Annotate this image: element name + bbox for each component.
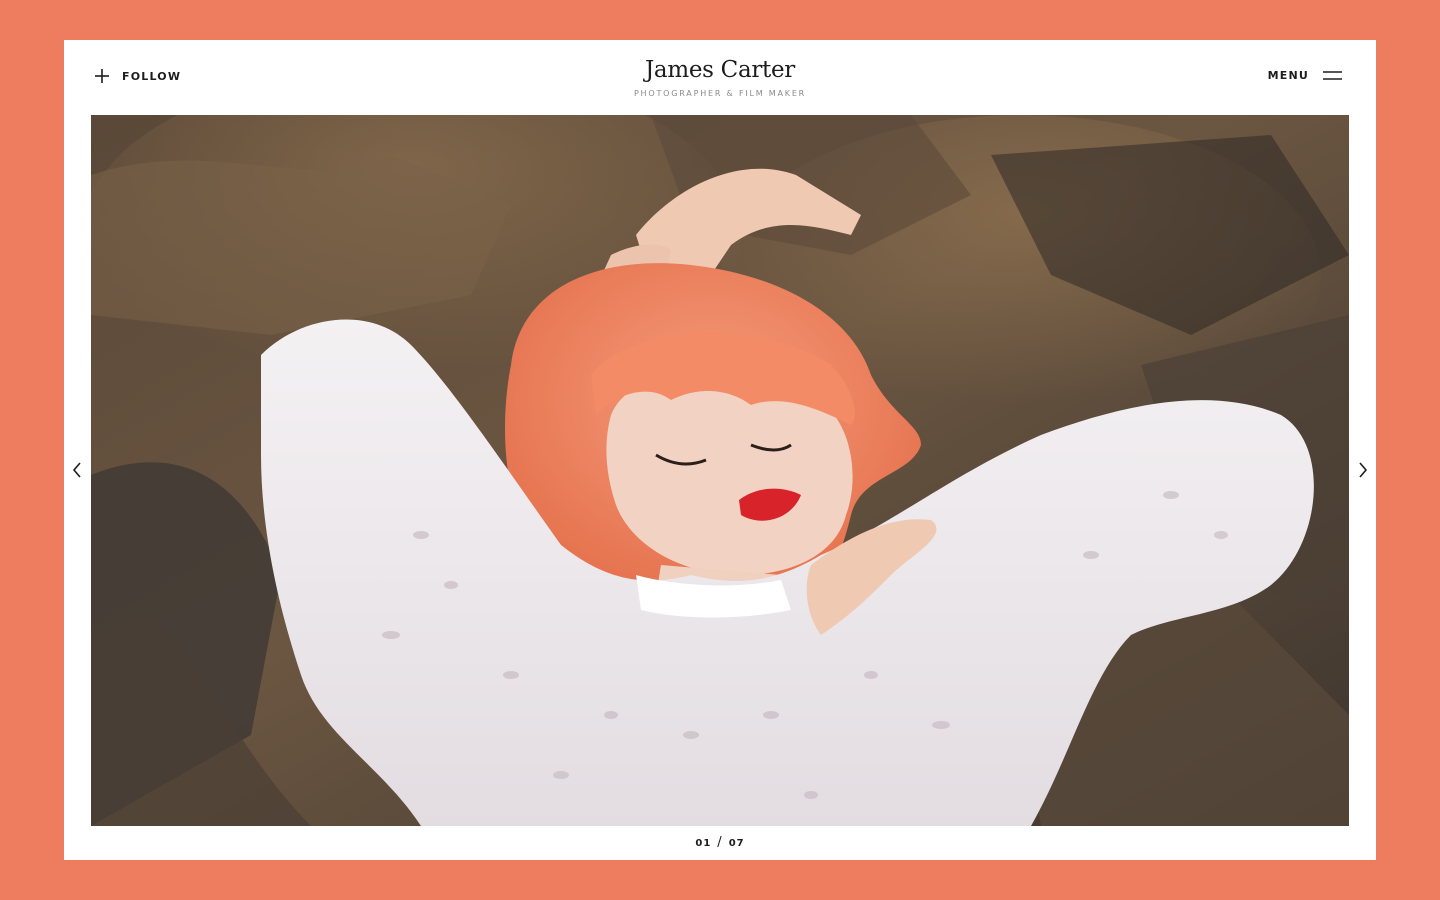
site-title[interactable]: James Carter bbox=[64, 54, 1376, 86]
site-subtitle: PHOTOGRAPHER & FILM MAKER bbox=[633, 89, 807, 98]
menu-label: MENU bbox=[1267, 69, 1309, 82]
slide-photo bbox=[91, 115, 1349, 826]
slide-counter: 01 / 07 bbox=[64, 835, 1376, 850]
hamburger-icon bbox=[1323, 71, 1342, 80]
chevron-right-icon[interactable] bbox=[1356, 460, 1370, 480]
slide-current: 01 bbox=[695, 838, 712, 849]
slide-separator: / bbox=[717, 835, 723, 850]
menu-button[interactable]: MENU bbox=[1268, 69, 1342, 82]
portrait-photo-illustration bbox=[91, 115, 1349, 826]
slide-total: 07 bbox=[728, 838, 745, 849]
site-frame: FOLLOW James Carter PHOTOGRAPHER & FILM … bbox=[64, 40, 1376, 860]
chevron-left-icon[interactable] bbox=[70, 460, 84, 480]
site-brand[interactable]: James Carter PHOTOGRAPHER & FILM MAKER bbox=[64, 54, 1376, 98]
